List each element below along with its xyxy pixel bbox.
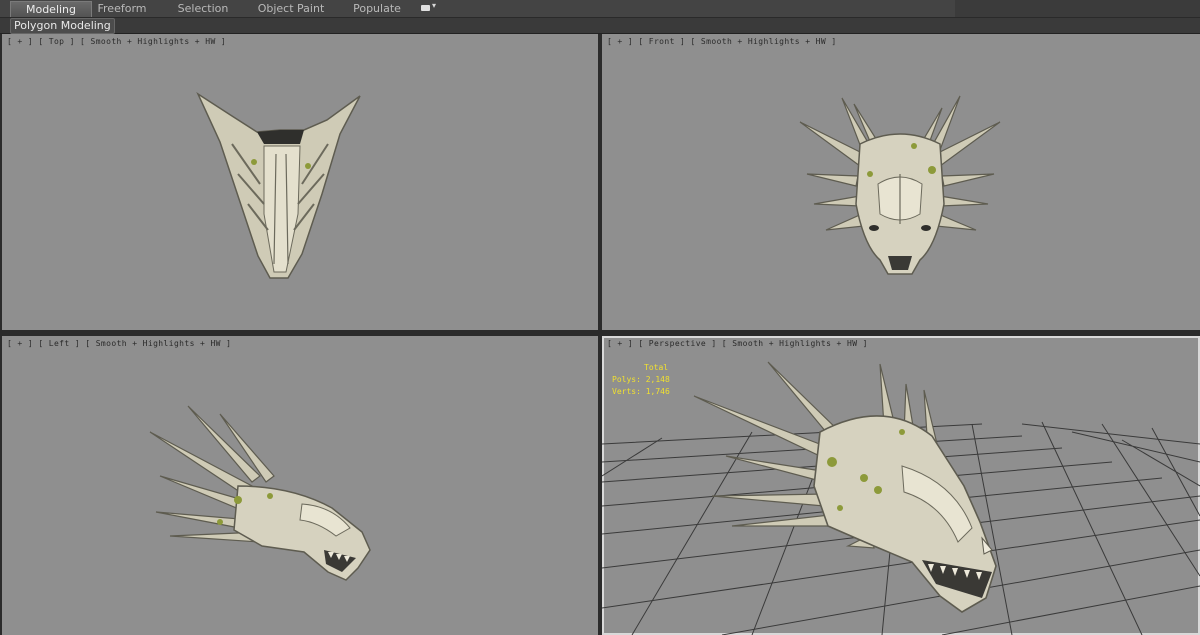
tab-modeling[interactable]: Modeling <box>10 1 92 17</box>
perspective-view-scene <box>602 361 1200 635</box>
tab-selection[interactable]: Selection <box>170 1 236 17</box>
viewport-front[interactable]: [ + ] [ Front ] [ Smooth + Highlights + … <box>602 34 1200 330</box>
polygon-modeling-button[interactable]: Polygon Modeling <box>10 18 115 34</box>
ribbon-toggle-icon <box>421 5 430 11</box>
front-view-model <box>799 95 1001 275</box>
viewport-left[interactable]: [ + ] [ Left ] [ Smooth + Highlights + H… <box>2 336 598 635</box>
chevron-down-icon: ▾ <box>432 1 437 10</box>
viewport-perspective[interactable]: [ + ] [ Perspective ] [ Smooth + Highlig… <box>602 336 1200 635</box>
left-view-model <box>149 405 371 581</box>
tab-bar-filler <box>955 0 1200 17</box>
tab-object-paint[interactable]: Object Paint <box>254 1 328 17</box>
ribbon-tab-bar: Modeling Freeform Selection Object Paint… <box>0 0 1200 18</box>
tab-freeform[interactable]: Freeform <box>90 1 154 17</box>
ribbon-panel: Polygon Modeling <box>0 18 1200 34</box>
tab-populate[interactable]: Populate <box>346 1 408 17</box>
viewport-top[interactable]: [ + ] [ Top ] [ Smooth + Highlights + HW… <box>2 34 598 330</box>
ribbon-options-dropdown[interactable]: ▾ <box>418 1 440 15</box>
top-view-model <box>196 91 361 279</box>
